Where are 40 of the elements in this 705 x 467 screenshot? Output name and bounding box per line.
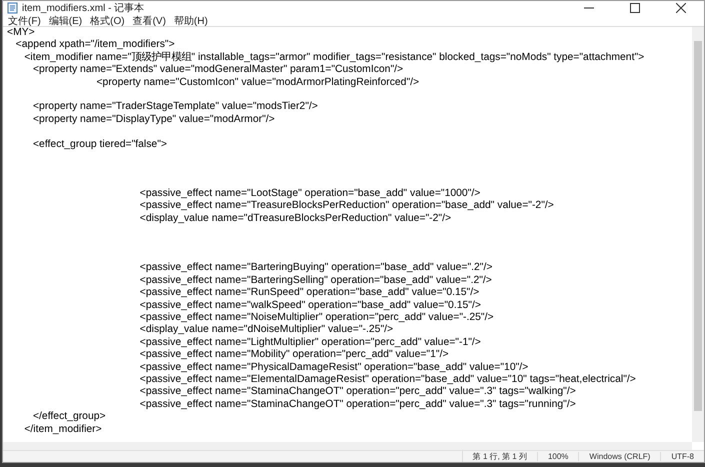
code-line: <effect_group tiered="false"> <box>32 138 167 150</box>
code-line: <passive_effect name="walkSpeed" operation="base_add" value="0.15"/> <box>138 300 481 311</box>
status-text: Windows (CRLF) <box>578 452 660 461</box>
window-title: item_modifiers.xml - 记事本 <box>22 2 146 15</box>
code-line: </item_modifier> <box>23 424 102 434</box>
code-line: <passive_effect name="ElementalDamageResist" operation="base_add" value="10" tags="heat,electrical"/> <box>138 374 636 385</box>
code-line: <passive_effect name="TreasureBlocksPerReduction" operation="base_add" value="-2"/> <box>138 200 554 212</box>
code-line: <item_modifier name="顶级护甲模组" installable_tags="armor" modifier_tags="resistance" blocked_tags="noMods" type="attachment"> <box>23 52 644 63</box>
maximize-icon[interactable] <box>630 3 640 13</box>
code-line: <property name="DisplayType" value="modArmor"/> <box>32 114 275 125</box>
status-text: 第 1 行, 第 1 列 <box>462 451 537 462</box>
close-icon[interactable] <box>676 3 686 13</box>
code-line: <passive_effect name="StaminaChangeOT" operation="perc_add" value=".3" tags="running"/> <box>138 398 576 410</box>
code-line: <passive_effect name="StaminaChangeOT" operation="perc_add" value=".3" tags="walking"/> <box>138 386 576 398</box>
code-line: <passive_effect name="BarteringBuying" operation="base_add" value=".2"/> <box>138 262 492 274</box>
code-line: <passive_effect name="RunSpeed" operation="base_add" value="0.15"/> <box>138 287 480 298</box>
code-line: <property name="CustomIcon" value="modArmorPlatingReinforced"/> <box>95 76 420 88</box>
menu-item[interactable]: 编辑(E) <box>48 14 84 28</box>
code-line: <passive_effect name="LootStage" operation="base_add" value="1000"/> <box>138 188 480 200</box>
code-line: <property name="TraderStageTemplate" value="modsTier2"/> <box>32 101 318 112</box>
status-text: UTF-8 <box>660 452 704 461</box>
code-line: <display_value name="dTreasureBlocksPerReduction" value="-2"/> <box>138 212 452 224</box>
horizontal-scrollbar[interactable] <box>3 442 692 450</box>
code-line: </effect_group> <box>32 411 106 422</box>
code-line: <passive_effect name="LightMultiplier" operation="perc_add" value="-1"/> <box>138 336 481 348</box>
code-line: <passive_effect name="Mobility" operation="perc_add" value="1"/> <box>138 349 449 360</box>
menu-item[interactable]: 文件(F) <box>7 14 42 28</box>
notepad-icon <box>7 2 18 14</box>
code-line: <passive_effect name="BarteringSelling" operation="base_add" value=".2"/> <box>138 274 492 286</box>
code-line: <property name="Extends" value="modGeneralMaster" param1="CustomIcon"/> <box>32 64 404 76</box>
code-line: <append xpath="/item_modifiers"> <box>14 39 175 50</box>
code-line: <passive_effect name="PhysicalDamageResist" operation="base_add" value="10"/> <box>138 362 528 373</box>
menu-item[interactable]: 帮助(H) <box>172 14 209 28</box>
status-text: 100% <box>536 452 578 461</box>
code-line: <MY> <box>7 27 35 38</box>
code-line: <passive_effect name="NoiseMultiplier" operation="perc_add" value="-.25"/> <box>138 312 494 323</box>
code-line: <display_value name="dNoiseMultiplier" value="-.25"/> <box>138 324 394 336</box>
vertical-scrollbar[interactable] <box>692 27 704 442</box>
menu-item[interactable]: 格式(O) <box>89 14 126 28</box>
menu-item[interactable]: 查看(V) <box>132 14 167 28</box>
